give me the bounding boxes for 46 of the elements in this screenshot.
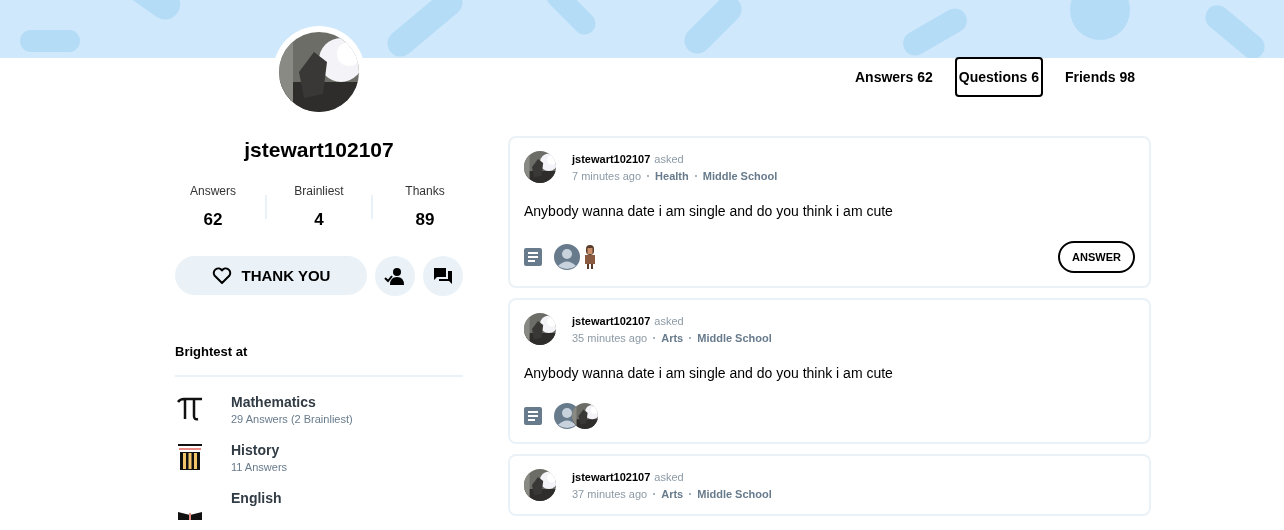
answer-button[interactable]: ANSWER	[1058, 241, 1135, 273]
chat-icon	[433, 267, 453, 285]
person-icon	[584, 245, 596, 269]
columns-icon	[175, 442, 205, 472]
subject-name[interactable]: English	[231, 490, 282, 506]
subject-link[interactable]: Arts	[661, 331, 684, 344]
heart-icon	[211, 266, 232, 285]
stat-label: Answers	[190, 184, 236, 198]
profile-tab[interactable]: Friends 98	[1060, 57, 1139, 97]
subject-link[interactable]: Arts	[661, 487, 684, 500]
action-text: asked	[654, 470, 684, 483]
document-icon	[524, 407, 542, 425]
question-text[interactable]: Anybody wanna date i am single and do you think i am cute	[524, 365, 1135, 381]
subject-stats: 29 Answers (2 Brainliest)	[231, 413, 353, 425]
avatar-icon	[554, 244, 580, 270]
stat-value: 4	[314, 210, 324, 230]
stat-label: Brainliest	[294, 184, 344, 198]
subject-link[interactable]: Health	[655, 169, 689, 182]
time-text: 35 minutes ago	[572, 331, 648, 344]
document-icon	[524, 248, 542, 266]
time-text: 7 minutes ago	[572, 169, 642, 182]
time-text: 37 minutes ago	[572, 487, 648, 500]
thank-you-button[interactable]: THANK YOU	[175, 256, 367, 295]
add-friend-button[interactable]	[375, 256, 415, 296]
stat-value: 62	[203, 210, 223, 230]
level-link[interactable]: Middle School	[697, 487, 772, 500]
add-person-icon	[384, 267, 406, 285]
author-name[interactable]: jstewart102107	[572, 314, 651, 327]
subject-stats: 11 Answers	[231, 461, 288, 473]
profile-tab[interactable]: Questions 6	[954, 57, 1043, 97]
username: jstewart102107	[243, 138, 395, 162]
action-text: asked	[654, 314, 684, 327]
profile-tab[interactable]: Answers 62	[851, 57, 937, 97]
section-title: Brightest at	[175, 344, 463, 377]
stat-value: 89	[415, 210, 435, 230]
level-link[interactable]: Middle School	[702, 169, 778, 182]
question-text[interactable]: Anybody wanna date i am single and do you think i am cute	[524, 203, 1135, 219]
author-name[interactable]: jstewart102107	[572, 152, 651, 165]
message-button[interactable]	[423, 256, 463, 296]
stat-label: Thanks	[405, 184, 445, 198]
author-name[interactable]: jstewart102107	[572, 470, 651, 483]
level-link[interactable]: Middle School	[697, 331, 772, 344]
book-icon	[175, 512, 205, 520]
action-text: asked	[654, 152, 684, 165]
subject-name[interactable]: Mathematics	[231, 394, 353, 410]
subject-name[interactable]: History	[231, 442, 288, 458]
